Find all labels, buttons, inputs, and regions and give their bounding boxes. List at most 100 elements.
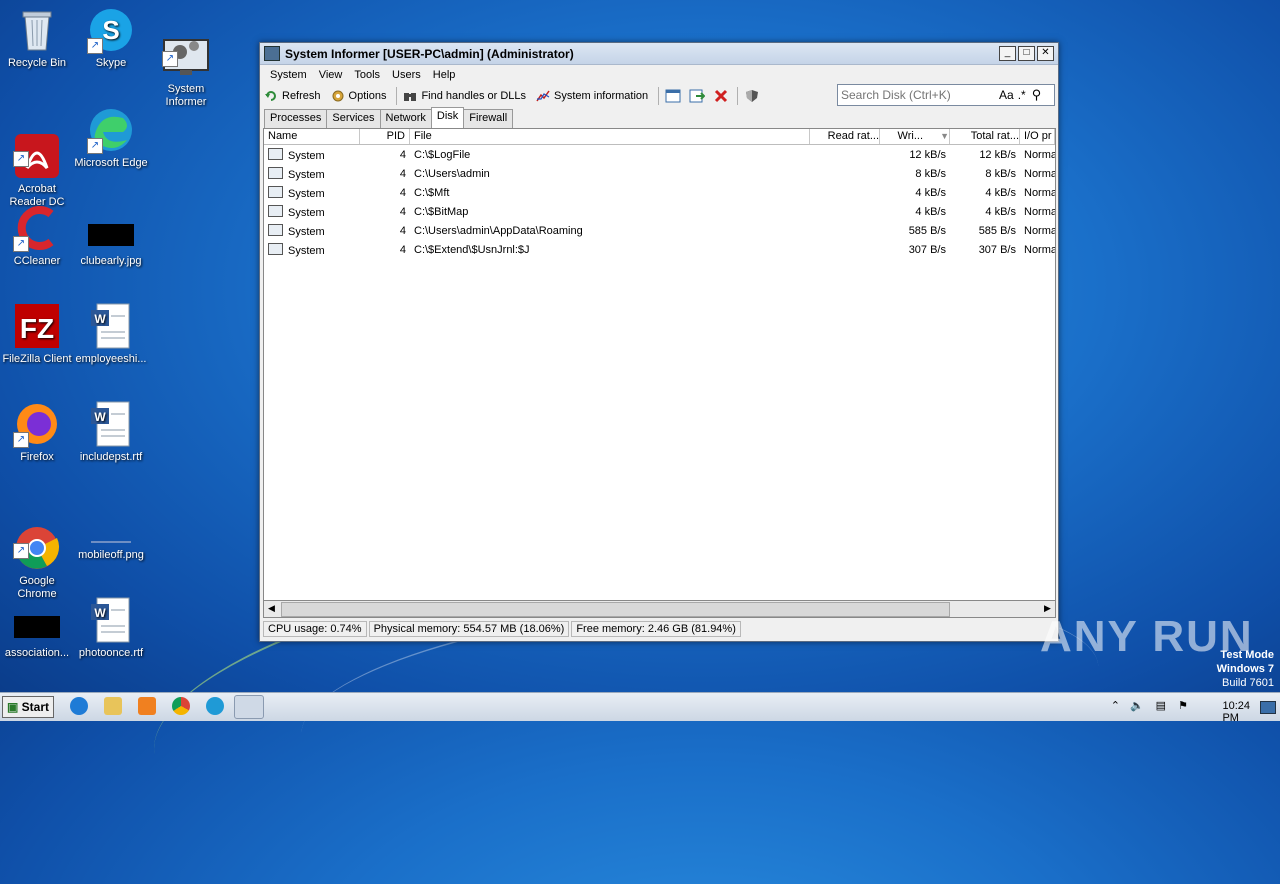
column-read-rate[interactable]: Read rat...: [810, 129, 880, 144]
menu-users[interactable]: Users: [386, 69, 427, 81]
table-row[interactable]: System 4 C:\$Extend\$UsnJrnl:$J 307 B/s 307 …: [264, 240, 1055, 259]
column-write-rate[interactable]: Wri... ▼: [880, 129, 950, 144]
menu-tools[interactable]: Tools: [348, 69, 386, 81]
desktop-icon-recycle-bin[interactable]: Recycle Bin: [0, 6, 74, 70]
process-icon: [268, 147, 283, 160]
process-icon: [268, 242, 283, 255]
cell-total-rate: 8 kB/s: [985, 167, 1016, 180]
volume-icon[interactable]: 🔈: [1130, 699, 1144, 712]
desktop-icon-system-informer[interactable]: ↗ System Informer: [149, 6, 223, 122]
desktop-icon-label: employeeshi...: [75, 353, 147, 365]
internet-explorer-icon[interactable]: [70, 697, 88, 715]
app-icon: [264, 46, 280, 61]
network-icon[interactable]: ▤: [1156, 699, 1166, 712]
clock[interactable]: 10:24 PM: [1222, 700, 1250, 724]
desktop-icon-mobileoff[interactable]: mobileoff.png: [74, 498, 148, 562]
desktop-icon-label: FileZilla Client: [2, 353, 72, 365]
chrome-taskbar-icon[interactable]: [172, 697, 190, 715]
action-center-flag-icon[interactable]: ⚑: [1178, 699, 1188, 712]
desktop-icon-photoonce[interactable]: W photoonce.rtf: [74, 596, 148, 660]
desktop-icon-edge[interactable]: ↗ Microsoft Edge: [74, 106, 148, 170]
menu-help[interactable]: Help: [427, 69, 462, 81]
scroll-thumb[interactable]: [281, 602, 950, 617]
close-button[interactable]: ✕: [1037, 46, 1054, 61]
horizontal-scrollbar[interactable]: ◀ ▶: [263, 600, 1056, 618]
table-row[interactable]: System 4 C:\Users\admin 8 kB/s 8 kB/s Normal: [264, 164, 1055, 183]
desktop-icon-label: association...: [4, 647, 70, 659]
show-desktop-icon[interactable]: [1260, 701, 1276, 714]
tab-network[interactable]: Network: [379, 109, 432, 128]
desktop-icon-employeeshi[interactable]: W employeeshi...: [74, 302, 148, 366]
terminate-icon[interactable]: [713, 89, 729, 103]
cell-io-priority: Normal: [1024, 167, 1055, 180]
desktop-icon-association[interactable]: association...: [0, 596, 74, 660]
refresh-button[interactable]: Refresh: [264, 89, 321, 103]
shortcut-arrow-icon: ↗: [13, 151, 29, 167]
tab-firewall[interactable]: Firewall: [463, 109, 514, 128]
regex-toggle[interactable]: .*: [1018, 88, 1026, 102]
table-row[interactable]: System 4 C:\$BitMap 4 kB/s 4 kB/s Normal: [264, 202, 1055, 221]
cell-file: C:\Users\admin: [414, 167, 490, 180]
search-box: Aa .* ⚲: [837, 84, 1055, 106]
desktop-icon-label: clubearly.jpg: [80, 255, 142, 267]
cell-name: System: [264, 223, 360, 238]
column-file[interactable]: File: [410, 129, 810, 144]
maximize-button[interactable]: □: [1018, 46, 1035, 61]
tab-disk[interactable]: Disk: [430, 107, 465, 129]
cell-write-rate: 4 kB/s: [915, 205, 946, 218]
rows-container: System4C:\$LogFile12 kB/s12 kB/sNormal Sy…: [264, 145, 1055, 259]
tray-expand-icon[interactable]: ⌃: [1111, 699, 1120, 712]
find-handles-button[interactable]: Find handles or DLLs: [403, 89, 526, 103]
minimize-button[interactable]: _: [999, 46, 1016, 61]
desktop-icon-ccleaner[interactable]: ↗ CCleaner: [0, 204, 74, 268]
desktop-icon-clubearly[interactable]: clubearly.jpg: [74, 204, 148, 268]
menu-view[interactable]: View: [313, 69, 349, 81]
cell-write-rate: 4 kB/s: [915, 186, 946, 199]
column-name[interactable]: Name: [264, 129, 360, 144]
shield-icon[interactable]: [744, 89, 760, 103]
search-input[interactable]: [838, 87, 993, 103]
system-information-button[interactable]: System information: [536, 89, 648, 103]
desktop-icon-label: mobileoff.png: [78, 549, 144, 561]
cell-pid: 4: [399, 205, 406, 218]
column-headers: Name PID File Read rat... Wri... ▼ Total…: [264, 129, 1055, 145]
desktop-icon-skype[interactable]: S ↗ Skype: [74, 6, 148, 70]
process-icon: [268, 204, 283, 217]
process-icon: [268, 185, 283, 198]
column-pid[interactable]: PID: [360, 129, 410, 144]
scroll-left-icon[interactable]: ◀: [264, 601, 279, 616]
edge-taskbar-icon[interactable]: [206, 697, 224, 715]
go-to-icon[interactable]: [689, 89, 706, 103]
recycle-bin-icon: [13, 6, 61, 54]
title-bar[interactable]: System Informer [USER-PC\admin] (Adminis…: [260, 43, 1058, 65]
media-player-icon[interactable]: [138, 697, 156, 715]
start-button[interactable]: ▣ Start: [2, 696, 54, 718]
system-informer-taskbar-button[interactable]: [234, 695, 264, 719]
case-sensitive-toggle[interactable]: Aa: [999, 88, 1014, 102]
options-button[interactable]: Options: [331, 89, 386, 103]
binoculars-icon: [403, 89, 417, 103]
cell-name: System: [264, 242, 360, 257]
desktop-icon-label: Firefox: [20, 451, 54, 463]
svg-text:S: S: [102, 15, 119, 45]
column-total-rate[interactable]: Total rat...: [950, 129, 1020, 144]
table-row[interactable]: System 4 C:\$Mft 4 kB/s 4 kB/s Normal: [264, 183, 1055, 202]
column-io-priority[interactable]: I/O pr: [1020, 129, 1055, 144]
test-mode-notice: Test Mode Windows 7 Build 7601: [1216, 649, 1274, 689]
image-file-icon: [87, 204, 135, 252]
tab-services[interactable]: Services: [326, 109, 381, 128]
menu-system[interactable]: System: [264, 69, 313, 81]
cell-total-rate: 4 kB/s: [985, 205, 1016, 218]
window-icon[interactable]: [665, 89, 681, 103]
desktop-icon-filezilla[interactable]: FZ FileZilla Client: [0, 302, 74, 366]
table-row[interactable]: System 4 C:\$LogFile 12 kB/s 12 kB/s Normal: [264, 145, 1055, 164]
desktop-icon-firefox[interactable]: ↗ Firefox: [0, 400, 74, 464]
table-row[interactable]: System 4 C:\Users\admin\AppData\Roaming 585…: [264, 221, 1055, 240]
tab-processes[interactable]: Processes: [264, 109, 328, 128]
search-icon[interactable]: ⚲: [1032, 87, 1042, 103]
desktop-icon-includepst[interactable]: W includepst.rtf: [74, 400, 148, 464]
cell-total-rate: 4 kB/s: [985, 186, 1016, 199]
desktop-icon-label: System Informer: [165, 83, 207, 108]
file-explorer-icon[interactable]: [104, 697, 122, 715]
system-informer-icon: ↗: [162, 19, 210, 75]
